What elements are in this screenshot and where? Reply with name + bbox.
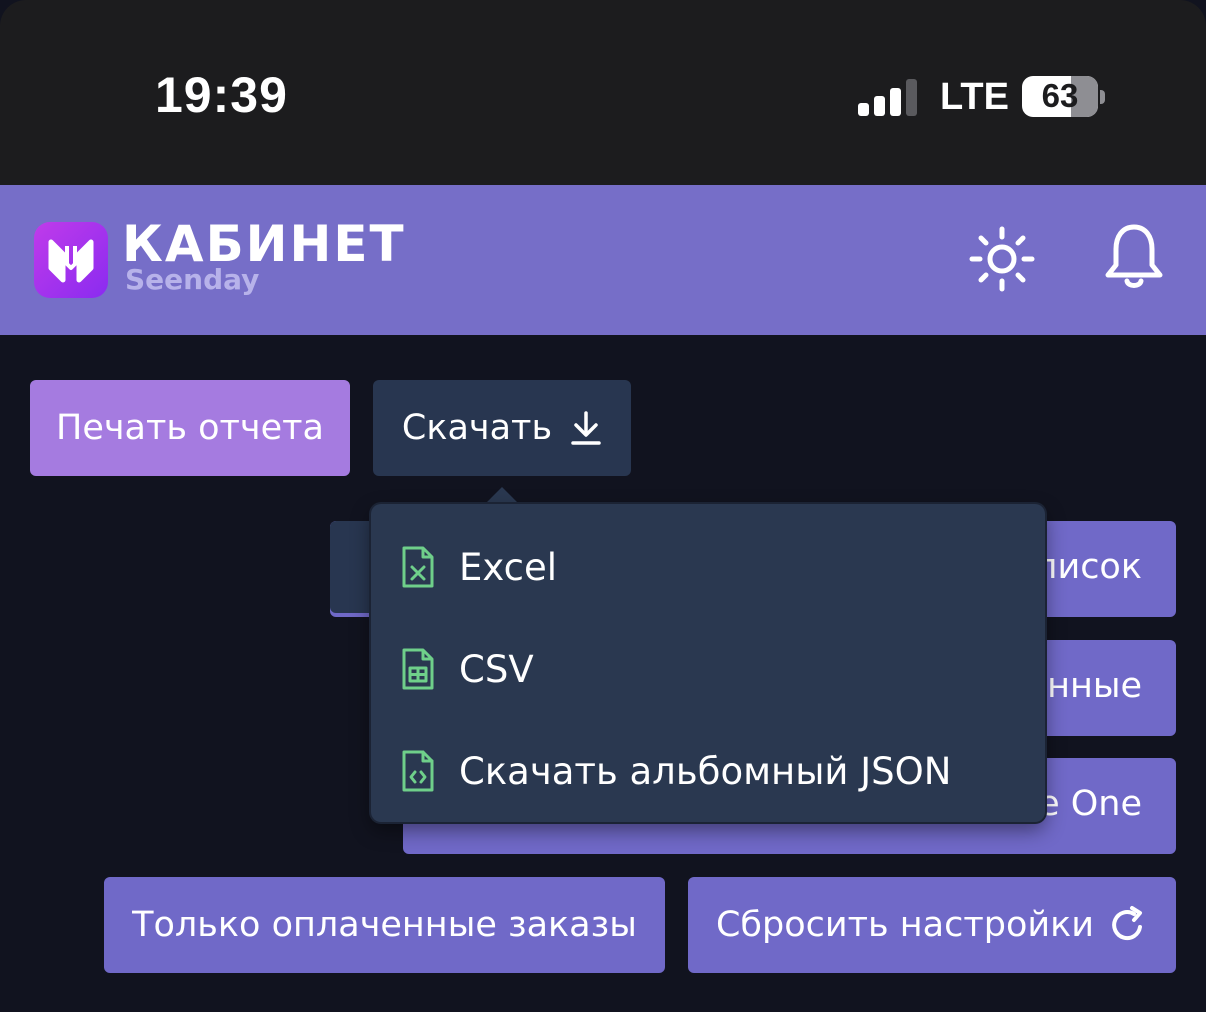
download-label: Скачать (401, 408, 553, 448)
status-bar: 19:39 LTE 63 (0, 0, 1206, 185)
logo-icon (34, 222, 108, 298)
menu-item-json[interactable]: Скачать альбомный JSON (401, 741, 951, 801)
list-button-label: писок (1034, 547, 1142, 587)
print-report-button[interactable]: Печать отчета (30, 380, 350, 476)
notification-bell-icon[interactable] (1102, 221, 1166, 297)
battery-percent: 63 (1041, 77, 1079, 114)
menu-item-json-label: Скачать альбомный JSON (459, 749, 952, 793)
print-report-label: Печать отчета (56, 408, 324, 448)
download-button[interactable]: Скачать (373, 380, 631, 476)
signal-strength-icon (858, 78, 918, 116)
theme-sun-icon[interactable] (966, 223, 1038, 299)
reset-settings-label: Сбросить настройки (715, 905, 1094, 945)
json-file-icon (402, 750, 434, 792)
paid-orders-only-button[interactable]: Только оплаченные заказы (104, 877, 665, 973)
network-type: LTE (940, 76, 1009, 118)
menu-item-csv-label: CSV (459, 647, 534, 691)
download-icon (571, 411, 601, 445)
data-button-label: нные (1047, 666, 1142, 706)
one-button-label: e One (1038, 784, 1142, 824)
csv-file-icon (402, 648, 434, 690)
status-time: 19:39 (155, 67, 288, 123)
app-header: КАБИНЕТ Seenday (0, 185, 1206, 335)
menu-item-excel-label: Excel (459, 545, 558, 589)
reset-settings-button[interactable]: Сбросить настройки (688, 877, 1176, 973)
brand-subtitle: Seenday (125, 263, 260, 296)
download-menu: Excel CSV Скачать альбомный JSON (371, 504, 1045, 822)
excel-file-icon (402, 546, 434, 588)
paid-orders-only-label: Только оплаченные заказы (132, 905, 637, 945)
refresh-icon (1112, 906, 1142, 940)
battery-icon: 63 (1022, 76, 1098, 117)
menu-item-excel[interactable]: Excel (401, 537, 557, 597)
battery-tip (1100, 90, 1105, 104)
menu-item-csv[interactable]: CSV (401, 639, 534, 699)
